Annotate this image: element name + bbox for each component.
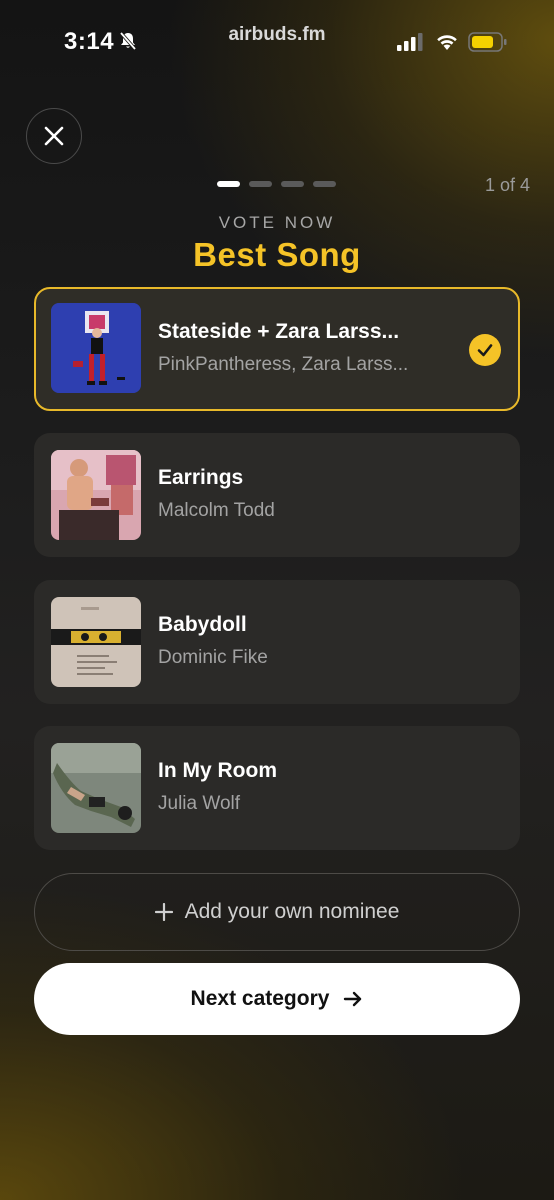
progress-indicator <box>217 181 336 187</box>
song-title: Babydoll <box>158 613 247 636</box>
song-artist: Dominic Fike <box>158 647 268 668</box>
song-artist: Malcolm Todd <box>158 500 275 521</box>
battery-icon <box>468 32 507 52</box>
progress-dot-2 <box>249 181 272 187</box>
album-art <box>51 303 141 393</box>
close-button[interactable] <box>26 108 82 164</box>
check-icon <box>469 334 501 366</box>
progress-dot-1 <box>217 181 240 187</box>
plus-icon <box>154 903 173 921</box>
song-artist: PinkPantheress, Zara Larss... <box>158 354 409 375</box>
nominee-card-stateside[interactable]: Stateside + Zara Larss... PinkPantheress… <box>34 287 520 411</box>
add-nominee-label: Add your own nominee <box>184 900 400 923</box>
song-title: Stateside + Zara Larss... <box>158 320 400 343</box>
next-category-button[interactable]: Next category <box>34 963 520 1035</box>
song-artist: Julia Wolf <box>158 793 241 814</box>
song-title: In My Room <box>158 759 277 782</box>
arrow-right-icon <box>344 991 362 1007</box>
add-nominee-button[interactable]: Add your own nominee <box>34 873 520 951</box>
category-title: Best Song <box>193 236 361 273</box>
progress-dot-4 <box>313 181 336 187</box>
nominee-card-in-my-room[interactable]: In My Room Julia Wolf <box>34 726 520 850</box>
song-title: Earrings <box>158 466 244 489</box>
wifi-icon <box>437 35 457 50</box>
close-icon <box>44 126 64 146</box>
album-art <box>51 743 141 833</box>
vote-now-label: VOTE NOW <box>218 213 336 232</box>
nominee-card-earrings[interactable]: Earrings Malcolm Todd <box>34 433 520 557</box>
nominee-card-babydoll[interactable]: Babydoll Dominic Fike <box>34 580 520 704</box>
album-art <box>51 597 141 687</box>
vote-screen: 3:14 airbuds.fm 1 of 4 VOTE NOW Best Son… <box>0 0 554 1200</box>
album-art <box>51 450 141 540</box>
progress-dot-3 <box>281 181 304 187</box>
signal-icon <box>397 33 423 51</box>
page-counter: 1 of 4 <box>484 175 530 195</box>
next-category-label: Next category <box>190 987 330 1010</box>
